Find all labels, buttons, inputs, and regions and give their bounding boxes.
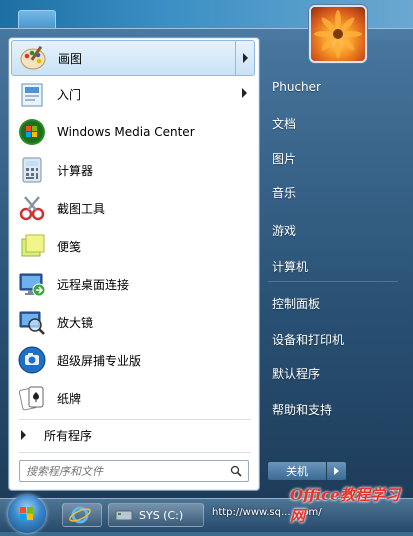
program-label: 入门 xyxy=(57,87,82,102)
program-label: 便笺 xyxy=(57,239,82,254)
shutdown-options-arrow-icon[interactable] xyxy=(327,461,347,481)
start-menu: 画图 入门 Windows Media Center 计算器 截图工具 便笺 远… xyxy=(0,5,413,499)
search-icon[interactable] xyxy=(230,465,242,477)
screen-capture-icon xyxy=(17,345,47,375)
right-separator xyxy=(268,281,398,282)
search-box[interactable] xyxy=(19,460,249,482)
windows-media-center-icon xyxy=(17,117,47,147)
right-item-devices-printers[interactable]: 设备和打印机 xyxy=(264,325,404,353)
taskbar-drive-label: SYS (C:) xyxy=(139,508,184,522)
watermark-logo: Office教程学习网 xyxy=(290,486,400,525)
right-item-help-support[interactable]: 帮助和支持 xyxy=(264,395,404,423)
calculator-icon xyxy=(17,155,47,185)
remote-desktop-icon xyxy=(17,269,47,299)
all-programs-button[interactable]: 所有程序 xyxy=(11,422,255,448)
taskbar-drive-button[interactable]: SYS (C:) xyxy=(108,503,204,527)
right-item-computer[interactable]: 计算机 xyxy=(264,252,404,280)
right-item-control-panel[interactable]: 控制面板 xyxy=(264,289,404,317)
windows-logo-icon xyxy=(20,507,33,520)
solitaire-icon xyxy=(17,383,47,413)
magnifier-icon xyxy=(17,307,47,337)
taskbar-ie-button[interactable] xyxy=(62,503,102,527)
right-item-pictures[interactable]: 图片 xyxy=(264,144,404,172)
user-name-link[interactable]: Phucher xyxy=(264,73,404,101)
right-item-music[interactable]: 音乐 xyxy=(264,178,404,206)
program-label: 超级屏捕专业版 xyxy=(57,353,142,368)
right-item-games[interactable]: 游戏 xyxy=(264,216,404,244)
user-picture[interactable] xyxy=(309,5,367,63)
shutdown-button[interactable]: 关机 xyxy=(267,461,327,481)
expand-arrow-icon xyxy=(21,430,26,440)
all-programs-label: 所有程序 xyxy=(44,428,93,443)
program-getting-started[interactable]: 入门 xyxy=(11,76,255,112)
program-label: 画图 xyxy=(58,51,83,66)
submenu-arrow-icon[interactable] xyxy=(235,41,254,75)
start-button[interactable] xyxy=(8,495,46,533)
program-remote-desktop[interactable]: 远程桌面连接 xyxy=(11,266,255,302)
flower-icon xyxy=(314,10,362,58)
program-magnifier[interactable]: 放大镜 xyxy=(11,304,255,340)
getting-started-icon xyxy=(17,79,47,109)
internet-explorer-icon xyxy=(69,506,91,524)
program-label: 截图工具 xyxy=(57,201,106,216)
paint-icon xyxy=(18,43,48,73)
program-label: 远程桌面连接 xyxy=(57,277,130,292)
program-calculator[interactable]: 计算器 xyxy=(11,152,255,188)
program-windows-media-center[interactable]: Windows Media Center xyxy=(11,114,255,150)
right-item-documents[interactable]: 文档 xyxy=(264,109,404,137)
submenu-arrow-icon[interactable] xyxy=(242,88,247,98)
right-item-default-programs[interactable]: 默认程序 xyxy=(264,359,404,387)
program-solitaire[interactable]: 纸牌 xyxy=(11,380,255,416)
snipping-tool-icon xyxy=(17,193,47,223)
program-label: 计算器 xyxy=(57,163,94,178)
menu-separator xyxy=(19,419,251,420)
program-sticky-notes[interactable]: 便笺 xyxy=(11,228,255,264)
sticky-notes-icon xyxy=(17,231,47,261)
program-label: 纸牌 xyxy=(57,391,82,406)
program-label: 放大镜 xyxy=(57,315,94,330)
program-paint[interactable]: 画图 xyxy=(11,40,255,76)
program-label: Windows Media Center xyxy=(57,125,195,139)
programs-pane: 画图 入门 Windows Media Center 计算器 截图工具 便笺 远… xyxy=(8,37,260,491)
menu-separator xyxy=(19,452,251,453)
program-snipping-tool[interactable]: 截图工具 xyxy=(11,190,255,226)
program-screen-capture[interactable]: 超级屏捕专业版 xyxy=(11,342,255,378)
search-input[interactable] xyxy=(26,464,216,478)
drive-icon xyxy=(115,510,133,521)
